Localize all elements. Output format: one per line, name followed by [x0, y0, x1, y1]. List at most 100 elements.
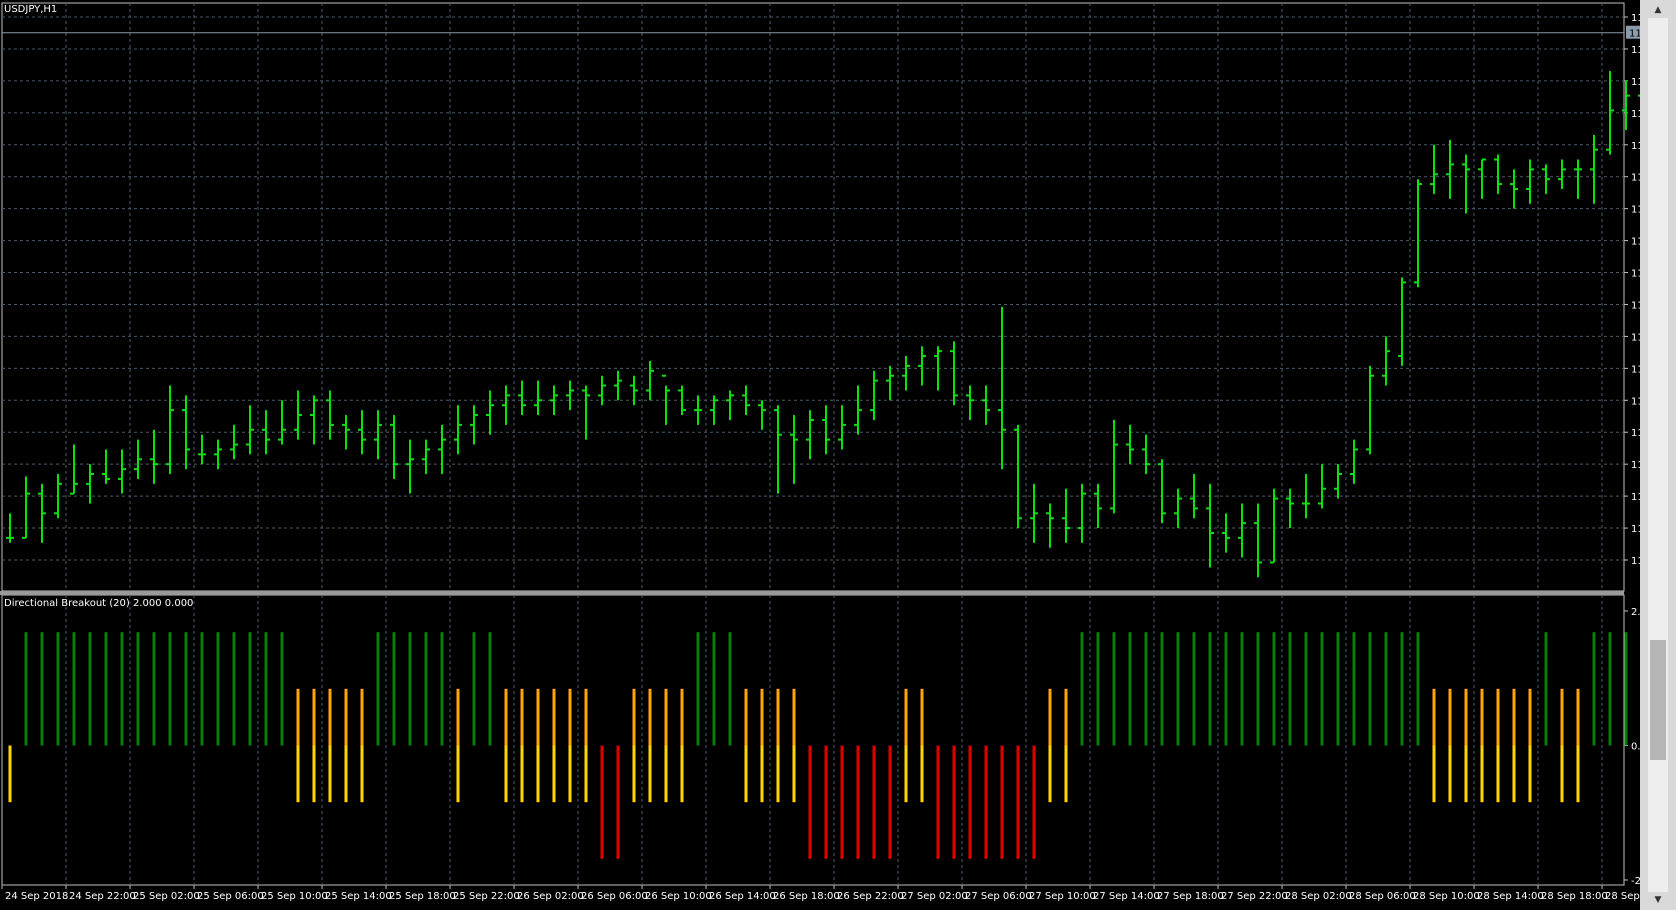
ohlc-bar[interactable]	[534, 380, 542, 416]
ohlc-bar[interactable]	[838, 405, 846, 450]
ohlc-bar[interactable]	[998, 306, 1006, 470]
ohlc-bar[interactable]	[790, 415, 798, 484]
ohlc-bar[interactable]	[1558, 159, 1566, 189]
ohlc-bar[interactable]	[1238, 503, 1246, 558]
ohlc-bar[interactable]	[646, 360, 654, 401]
ohlc-bar[interactable]	[102, 449, 110, 484]
ohlc-bar[interactable]	[806, 410, 814, 460]
scrollbar-track[interactable]	[1648, 18, 1668, 892]
ohlc-bar[interactable]	[982, 385, 990, 425]
ohlc-bar[interactable]	[1510, 169, 1518, 209]
ohlc-bar[interactable]	[38, 483, 46, 543]
ohlc-bar[interactable]	[1270, 488, 1278, 564]
ohlc-bar[interactable]	[6, 513, 14, 543]
ohlc-bar[interactable]	[454, 405, 462, 455]
ohlc-bar[interactable]	[1014, 424, 1022, 529]
ohlc-bar[interactable]	[1078, 483, 1086, 543]
ohlc-bar[interactable]	[406, 439, 414, 494]
ohlc-bar[interactable]	[150, 429, 158, 484]
ohlc-bar[interactable]	[870, 370, 878, 420]
ohlc-bar[interactable]	[1062, 488, 1070, 543]
ohlc-bar[interactable]	[1526, 159, 1534, 204]
ohlc-bar[interactable]	[1350, 439, 1358, 484]
ohlc-bar[interactable]	[582, 385, 590, 440]
ohlc-bar[interactable]	[1254, 503, 1262, 578]
ohlc-bar[interactable]	[374, 410, 382, 460]
ohlc-bar[interactable]	[1094, 483, 1102, 529]
ohlc-bar[interactable]	[70, 444, 78, 495]
ohlc-bar[interactable]	[1174, 488, 1182, 529]
ohlc-bar[interactable]	[1398, 277, 1406, 366]
ohlc-bar[interactable]	[1222, 513, 1230, 553]
symbol-label: USDJPY,H1	[4, 4, 58, 15]
ohlc-bar[interactable]	[950, 341, 958, 406]
ohlc-bar[interactable]	[886, 365, 894, 401]
chart-window[interactable]: 113.710113.645113.580113.515113.450113.3…	[0, 0, 1676, 910]
ohlc-bar[interactable]	[678, 385, 686, 416]
ohlc-bar[interactable]	[1622, 80, 1630, 131]
ohlc-bar[interactable]	[390, 415, 398, 479]
ohlc-bar[interactable]	[1494, 154, 1502, 194]
ohlc-bar[interactable]	[758, 400, 766, 430]
ohlc-bar[interactable]	[438, 424, 446, 475]
ohlc-bar[interactable]	[1366, 365, 1374, 455]
ohlc-bar[interactable]	[1478, 158, 1486, 199]
ohlc-bar[interactable]	[278, 400, 286, 445]
ohlc-bar[interactable]	[1046, 503, 1054, 548]
ohlc-bar[interactable]	[86, 464, 94, 504]
ohlc-bar[interactable]	[1446, 139, 1454, 199]
ohlc-bar[interactable]	[198, 434, 206, 465]
ohlc-bar[interactable]	[1302, 474, 1310, 519]
time-tick-label: 25 Sep 14:00	[325, 891, 392, 902]
ohlc-bar[interactable]	[1110, 419, 1118, 514]
time-tick-label: 28 Sep 02:00	[1285, 891, 1352, 902]
ohlc-bar[interactable]	[822, 405, 830, 455]
price-chart[interactable]: 113.710113.645113.580113.515113.450113.3…	[0, 0, 1676, 910]
ohlc-bar[interactable]	[726, 390, 734, 420]
ohlc-bar[interactable]	[134, 439, 142, 479]
ohlc-bar[interactable]	[630, 375, 638, 406]
ohlc-bar[interactable]	[1430, 144, 1438, 194]
ohlc-bar[interactable]	[246, 405, 254, 455]
vertical-scrollbar[interactable]: ▲ ▼	[1640, 0, 1676, 910]
ohlc-bar[interactable]	[294, 390, 302, 440]
scroll-down-icon[interactable]: ▼	[1650, 892, 1666, 908]
ohlc-bar[interactable]	[1590, 134, 1598, 204]
ohlc-bar[interactable]	[230, 424, 238, 460]
ohlc-bar[interactable]	[614, 370, 622, 401]
ohlc-bar[interactable]	[118, 449, 126, 494]
ohlc-bar[interactable]	[502, 385, 510, 425]
ohlc-bar[interactable]	[918, 346, 926, 386]
ohlc-bar[interactable]	[1382, 336, 1390, 386]
ohlc-bar[interactable]	[774, 405, 782, 494]
ohlc-bar[interactable]	[854, 385, 862, 435]
ohlc-bar[interactable]	[518, 380, 526, 416]
ohlc-bar[interactable]	[1158, 459, 1166, 524]
ohlc-bar[interactable]	[1030, 483, 1038, 543]
ohlc-bar[interactable]	[486, 390, 494, 435]
ohlc-bar[interactable]	[566, 380, 574, 411]
ohlc-bar[interactable]	[1206, 483, 1214, 568]
ohlc-bar[interactable]	[54, 474, 62, 519]
scrollbar-thumb[interactable]	[1650, 640, 1666, 760]
ohlc-bar[interactable]	[1142, 434, 1150, 475]
ohlc-bar[interactable]	[1462, 154, 1470, 214]
ohlc-bar[interactable]	[1286, 488, 1294, 529]
ohlc-bar[interactable]	[342, 415, 350, 450]
ohlc-bar[interactable]	[1126, 424, 1134, 465]
ohlc-bar[interactable]	[1542, 164, 1550, 194]
ohlc-bar[interactable]	[1414, 179, 1422, 288]
ohlc-bar[interactable]	[422, 439, 430, 475]
ohlc-bar[interactable]	[966, 385, 974, 420]
ohlc-bar[interactable]	[1574, 159, 1582, 199]
ohlc-bar[interactable]	[1318, 464, 1326, 509]
ohlc-bar[interactable]	[166, 385, 174, 475]
scroll-up-icon[interactable]: ▲	[1650, 2, 1666, 18]
panel-separator[interactable]	[0, 591, 1624, 595]
ohlc-bar[interactable]	[902, 356, 910, 391]
ohlc-bar[interactable]	[1334, 464, 1342, 499]
ohlc-bar[interactable]	[470, 405, 478, 445]
time-tick-label: 28 Sep 06:00	[1349, 891, 1416, 902]
ohlc-bar[interactable]	[22, 476, 30, 539]
ohlc-bar[interactable]	[310, 395, 318, 445]
